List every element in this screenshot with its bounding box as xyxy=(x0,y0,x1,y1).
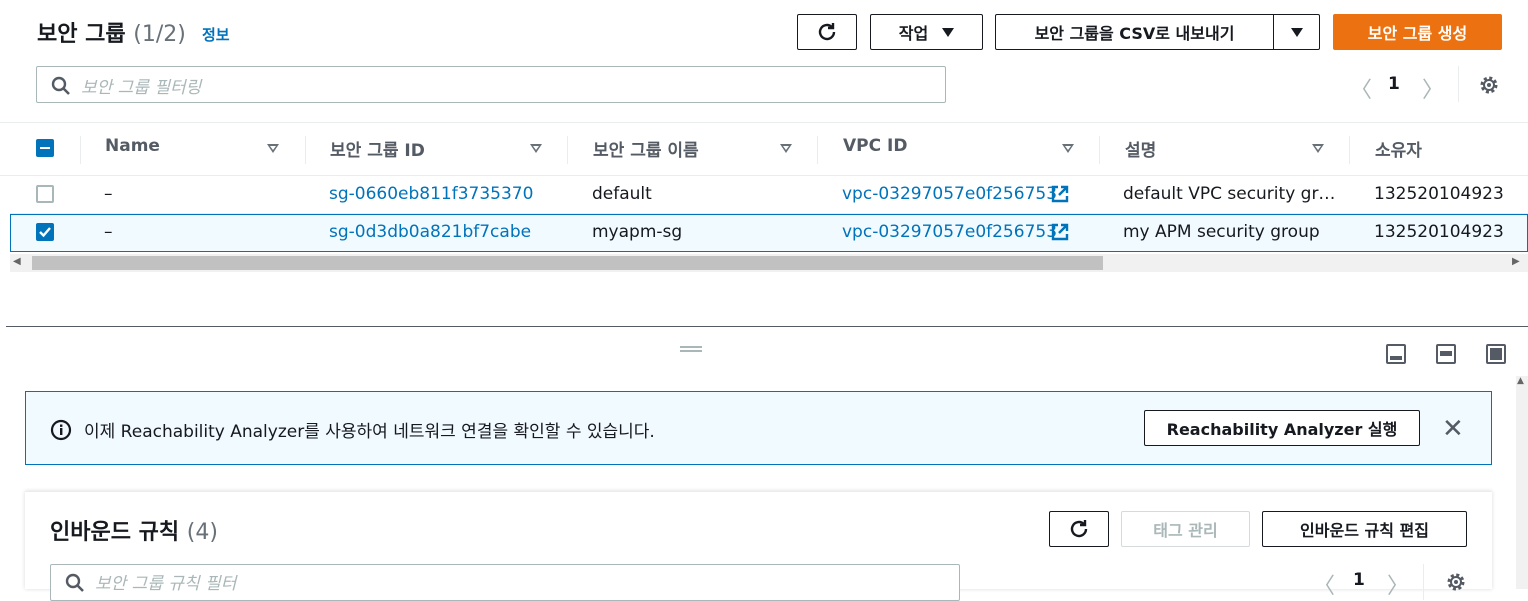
info-icon xyxy=(50,419,72,441)
split-full-icon[interactable] xyxy=(1486,344,1506,364)
owner: 132520104923 xyxy=(1374,222,1504,242)
refresh-button[interactable] xyxy=(797,14,857,50)
check-icon xyxy=(39,227,51,238)
edit-inbound-rules-button[interactable]: 인바운드 규칙 편집 xyxy=(1262,511,1467,547)
horizontal-scrollbar[interactable]: ◀ ▶ xyxy=(10,254,1528,272)
next-page-icon[interactable]: 〉 xyxy=(1387,568,1409,600)
banner-text: 이제 Reachability Analyzer를 사용하여 네트워크 연결을 … xyxy=(84,422,655,442)
description: default VPC security gr… xyxy=(1123,184,1336,204)
settings-gear-icon[interactable] xyxy=(1445,571,1467,593)
select-all-checkbox[interactable] xyxy=(36,139,54,157)
table-header-row xyxy=(0,122,1528,176)
external-link-icon[interactable] xyxy=(1051,185,1069,203)
column-separator xyxy=(567,136,568,164)
manage-tags-button[interactable]: 태그 관리 xyxy=(1121,511,1250,547)
scroll-left-arrow[interactable]: ◀ xyxy=(13,256,21,267)
row-checkbox[interactable] xyxy=(36,185,54,203)
scroll-right-arrow[interactable]: ▶ xyxy=(1512,256,1520,267)
reachability-analyzer-button[interactable]: Reachability Analyzer 실행 xyxy=(1144,410,1420,446)
split-divider[interactable] xyxy=(6,326,1528,327)
sort-icon[interactable] xyxy=(1312,144,1324,153)
divider xyxy=(1423,564,1424,600)
column-separator xyxy=(817,136,818,164)
caret-down-icon xyxy=(942,27,955,37)
page-title: 보안 그룹 (1/2) xyxy=(37,22,186,47)
inbound-title: 인바운드 규칙 (4) xyxy=(50,520,218,545)
owner: 132520104923 xyxy=(1374,184,1504,204)
row-name: – xyxy=(104,222,113,242)
search-icon xyxy=(65,573,84,592)
settings-gear-icon[interactable] xyxy=(1478,74,1500,96)
sort-icon[interactable] xyxy=(530,144,542,153)
column-header-sg-name[interactable]: 보안 그룹 이름 xyxy=(593,136,699,161)
prev-page-icon[interactable]: 〈 xyxy=(1350,72,1372,104)
actions-dropdown[interactable]: 작업 xyxy=(870,14,983,50)
sg-id-link[interactable]: sg-0d3db0a821bf7cabe xyxy=(329,222,531,242)
drag-handle-icon[interactable] xyxy=(680,346,702,352)
external-link-icon[interactable] xyxy=(1051,223,1069,241)
divider xyxy=(1458,66,1459,102)
vpc-id-link[interactable]: vpc-03297057e0f256753 xyxy=(842,184,1057,204)
sort-icon[interactable] xyxy=(780,144,792,153)
search-input[interactable]: 보안 그룹 필터링 xyxy=(36,66,946,103)
close-icon[interactable]: ✕ xyxy=(1442,414,1464,444)
column-header-name[interactable]: Name xyxy=(105,136,160,156)
scrollbar-thumb[interactable] xyxy=(32,256,1103,270)
column-header-owner[interactable]: 소유자 xyxy=(1375,136,1422,161)
prev-page-icon[interactable]: 〈 xyxy=(1313,568,1335,600)
caret-down-icon xyxy=(1290,27,1303,37)
column-separator xyxy=(80,136,81,164)
row-checkbox[interactable] xyxy=(36,223,54,241)
split-bottom-icon[interactable] xyxy=(1386,344,1406,364)
column-separator xyxy=(305,136,306,164)
column-header-vpc-id[interactable]: VPC ID xyxy=(843,136,907,156)
inbound-search-input[interactable]: 보안 그룹 규칙 필터 xyxy=(50,564,960,601)
split-side-icon[interactable] xyxy=(1436,344,1456,364)
export-csv-button[interactable]: 보안 그룹을 CSV로 내보내기 xyxy=(995,14,1274,50)
info-link[interactable]: 정보 xyxy=(202,24,230,45)
description: my APM security group xyxy=(1123,222,1320,242)
column-header-sg-id[interactable]: 보안 그룹 ID xyxy=(330,136,425,161)
vpc-id-link[interactable]: vpc-03297057e0f256753 xyxy=(842,222,1057,242)
inbound-refresh-button[interactable] xyxy=(1049,511,1109,547)
selection-count: (1/2) xyxy=(133,22,186,47)
page-number[interactable]: 1 xyxy=(1388,74,1400,94)
vertical-scrollbar[interactable]: ▲ xyxy=(1516,376,1528,589)
next-page-icon[interactable]: 〉 xyxy=(1422,72,1444,104)
search-placeholder: 보안 그룹 규칙 필터 xyxy=(95,574,237,594)
row-name: – xyxy=(104,184,113,204)
create-security-group-button[interactable]: 보안 그룹 생성 xyxy=(1333,14,1502,50)
info-banner: 이제 Reachability Analyzer를 사용하여 네트워크 연결을 … xyxy=(25,391,1492,465)
refresh-icon xyxy=(818,23,836,41)
inbound-count: (4) xyxy=(186,520,218,545)
column-separator xyxy=(1349,136,1350,164)
inbound-rules-panel: 인바운드 규칙 (4) 태그 관리 인바운드 규칙 편집 보안 그룹 규칙 필터… xyxy=(25,491,1492,601)
search-placeholder: 보안 그룹 필터링 xyxy=(81,78,202,98)
column-separator xyxy=(1099,136,1100,164)
column-header-description[interactable]: 설명 xyxy=(1125,136,1156,161)
security-groups-panel: 보안 그룹 (1/2) 정보 작업 보안 그룹을 CSV로 내보내기 보안 그룹… xyxy=(0,0,1528,326)
sg-id-link[interactable]: sg-0660eb811f3735370 xyxy=(329,184,533,204)
refresh-icon xyxy=(1070,520,1088,538)
sg-name: default xyxy=(592,184,652,204)
export-dropdown-button[interactable] xyxy=(1273,14,1320,50)
search-icon xyxy=(51,76,70,95)
sg-name: myapm-sg xyxy=(592,222,683,242)
page-number[interactable]: 1 xyxy=(1353,570,1365,590)
sort-icon[interactable] xyxy=(1062,144,1074,153)
minus-icon xyxy=(40,147,50,149)
sort-icon[interactable] xyxy=(267,144,279,153)
scroll-up-arrow[interactable]: ▲ xyxy=(1517,376,1524,386)
